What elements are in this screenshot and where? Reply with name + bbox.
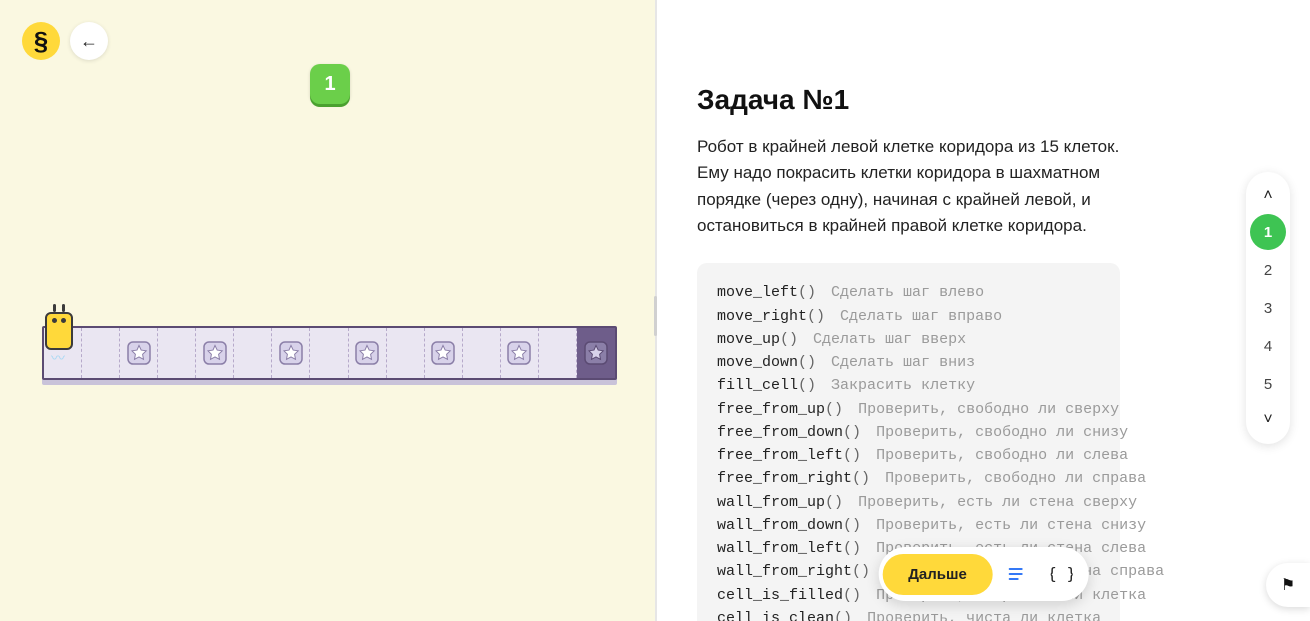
command-line: free_from_right() Проверить, свободно ли… bbox=[717, 467, 1100, 490]
task-nav-item[interactable]: 4 bbox=[1250, 328, 1286, 364]
command-line: move_right() Сделать шаг вправо bbox=[717, 305, 1100, 328]
corridor-cell bbox=[349, 328, 387, 378]
star-icon bbox=[127, 341, 151, 365]
command-line: fill_cell() Закрасить клетку bbox=[717, 374, 1100, 397]
corridor-cell bbox=[234, 328, 272, 378]
command-line: move_left() Сделать шаг влево bbox=[717, 281, 1100, 304]
task-description: Робот в крайней левой клетке коридора из… bbox=[697, 134, 1120, 239]
task-nav-item[interactable]: 5 bbox=[1250, 366, 1286, 402]
corridor-cell bbox=[539, 328, 577, 378]
star-icon bbox=[203, 341, 227, 365]
command-line: free_from_left() Проверить, свободно ли … bbox=[717, 444, 1100, 467]
next-button[interactable]: Дальше bbox=[882, 554, 993, 595]
bottom-action-bar: Дальше { } bbox=[878, 547, 1089, 601]
task-nav-item[interactable]: 1 bbox=[1250, 214, 1286, 250]
task-nav-item[interactable]: 3 bbox=[1250, 290, 1286, 326]
command-line: wall_from_up() Проверить, есть ли стена … bbox=[717, 491, 1100, 514]
star-icon bbox=[279, 341, 303, 365]
corridor-cell bbox=[120, 328, 158, 378]
app-logo[interactable]: § bbox=[22, 22, 60, 60]
corridor-cell bbox=[196, 328, 234, 378]
corridor-cell bbox=[272, 328, 310, 378]
text-view-icon[interactable] bbox=[993, 551, 1039, 597]
corridor-cell bbox=[44, 328, 82, 378]
star-icon bbox=[431, 341, 455, 365]
corridor-cell bbox=[425, 328, 463, 378]
star-icon bbox=[355, 341, 379, 365]
instructions-pane: Задача №1 Робот в крайней левой клетке к… bbox=[657, 0, 1310, 621]
corridor-cell bbox=[387, 328, 425, 378]
star-icon bbox=[507, 341, 531, 365]
playfield-pane: § ← 1 〰 bbox=[0, 0, 657, 621]
corridor-cell bbox=[158, 328, 196, 378]
robot-corridor: 〰 bbox=[42, 326, 617, 380]
corridor-cell bbox=[501, 328, 539, 378]
task-number-nav: ˄ 12345 ˅ bbox=[1246, 172, 1290, 444]
command-line: free_from_up() Проверить, свободно ли св… bbox=[717, 398, 1100, 421]
level-badge: 1 bbox=[310, 64, 350, 104]
report-flag-button[interactable]: ⚑ bbox=[1266, 563, 1310, 607]
back-button[interactable]: ← bbox=[70, 22, 108, 60]
command-line: free_from_down() Проверить, свободно ли … bbox=[717, 421, 1100, 444]
command-line: cell_is_clean() Проверить, чиста ли клет… bbox=[717, 607, 1100, 621]
command-line: move_down() Сделать шаг вниз bbox=[717, 351, 1100, 374]
code-view-icon[interactable]: { } bbox=[1039, 551, 1085, 597]
command-line: wall_from_down() Проверить, есть ли стен… bbox=[717, 514, 1100, 537]
task-nav-item[interactable]: 2 bbox=[1250, 252, 1286, 288]
star-icon bbox=[584, 341, 608, 365]
task-title: Задача №1 bbox=[697, 84, 1120, 116]
corridor-cell bbox=[310, 328, 348, 378]
nav-prev-button[interactable]: ˄ bbox=[1246, 182, 1290, 210]
corridor-cell bbox=[463, 328, 501, 378]
svg-text:{ }: { } bbox=[1051, 564, 1073, 583]
corridor-cell bbox=[82, 328, 120, 378]
command-line: move_up() Сделать шаг вверх bbox=[717, 328, 1100, 351]
nav-next-button[interactable]: ˅ bbox=[1246, 406, 1290, 434]
corridor-cell bbox=[577, 328, 615, 378]
